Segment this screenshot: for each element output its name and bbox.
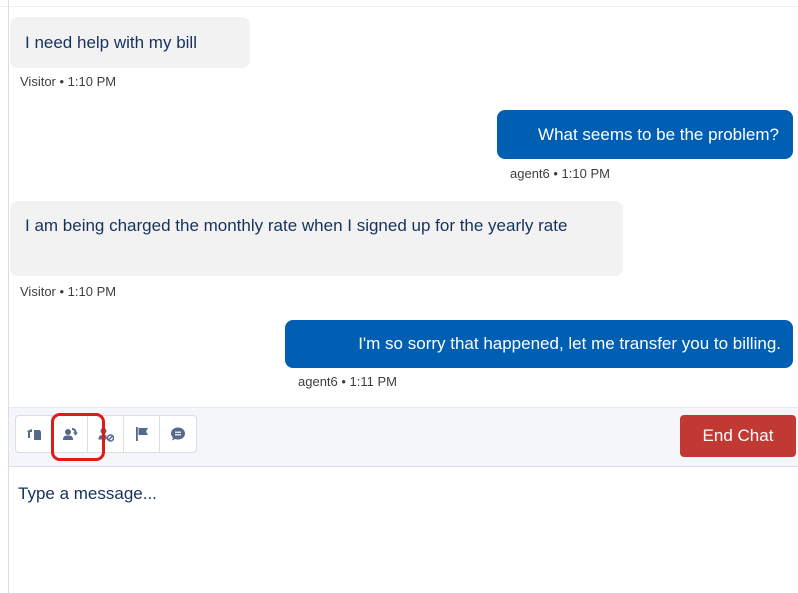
message-placeholder: Type a message... [18,484,157,503]
visitor-message: I need help with my bill [10,17,250,68]
agent-message: I'm so sorry that happened, let me trans… [285,320,793,368]
flag-button[interactable] [124,416,160,452]
attach-file-icon [26,429,41,440]
panel-border [8,0,9,593]
action-button-group [15,415,197,453]
message-text: I need help with my bill [25,33,197,52]
message-text: I am being charged the monthly rate when… [25,216,568,235]
transfer-button-highlight [51,413,105,461]
visitor-message: I am being charged the monthly rate when… [10,201,623,276]
quick-text-button[interactable] [160,416,196,452]
chat-bubble-icon [171,427,185,441]
message-text: What seems to be the problem? [538,125,779,144]
agent-message: What seems to be the problem? [497,110,793,159]
end-chat-button[interactable]: End Chat [680,415,796,457]
flag-icon [135,427,148,441]
message-text: I'm so sorry that happened, let me trans… [358,334,781,353]
message-meta: Visitor • 1:10 PM [20,74,117,89]
message-meta: agent6 • 1:10 PM [510,166,610,181]
message-meta: agent6 • 1:11 PM [298,374,397,389]
message-meta: Visitor • 1:10 PM [20,284,117,299]
header-divider [0,0,798,7]
attach-file-button[interactable] [16,416,52,452]
